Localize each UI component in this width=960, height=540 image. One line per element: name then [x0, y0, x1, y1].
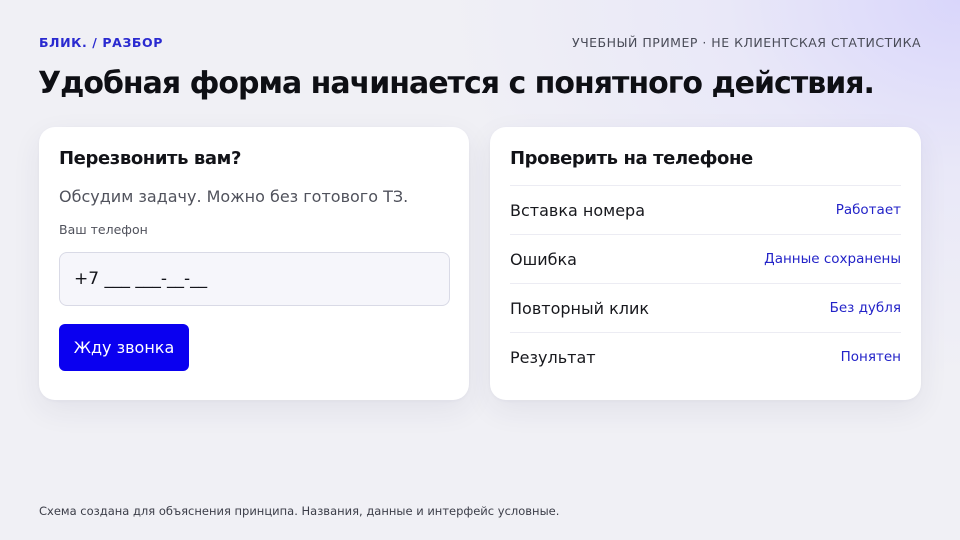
check-name: Вставка номера [510, 200, 646, 220]
brand-breadcrumb: БЛИК. / РАЗБОР [39, 35, 164, 50]
disclaimer-tagline: УЧЕБНЫЙ ПРИМЕР · НЕ КЛИЕНТСКАЯ СТАТИСТИК… [571, 35, 921, 50]
phone-check-card: Проверить на телефоне Вставка номера Раб… [490, 127, 921, 400]
check-status: Понятен [840, 349, 901, 365]
check-name: Повторный клик [510, 298, 650, 318]
check-row-paste-number: Вставка номера Работает [510, 185, 901, 234]
phone-input[interactable] [59, 252, 450, 306]
phone-field-label: Ваш телефон [59, 222, 148, 237]
check-status: Данные сохранены [764, 251, 901, 267]
callback-form-subtitle: Обсудим задачу. Можно без готового ТЗ. [59, 187, 409, 206]
check-row-error: Ошибка Данные сохранены [510, 234, 901, 283]
check-row-result: Результат Понятен [510, 332, 901, 381]
check-row-repeat-click: Повторный клик Без дубля [510, 283, 901, 332]
page-title: Удобная форма начинается с понятного дей… [38, 66, 875, 101]
check-name: Результат [510, 347, 596, 367]
request-call-button[interactable]: Жду звонка [59, 324, 189, 371]
callback-form-title: Перезвонить вам? [59, 148, 242, 169]
check-status: Без дубля [829, 300, 901, 316]
phone-check-title: Проверить на телефоне [510, 148, 753, 169]
check-name: Ошибка [510, 249, 577, 269]
callback-form-card: Перезвонить вам? Обсудим задачу. Можно б… [39, 127, 469, 400]
footer-note: Схема создана для объяснения принципа. Н… [39, 504, 560, 518]
check-status: Работает [835, 202, 901, 218]
check-list: Вставка номера Работает Ошибка Данные со… [510, 185, 901, 381]
